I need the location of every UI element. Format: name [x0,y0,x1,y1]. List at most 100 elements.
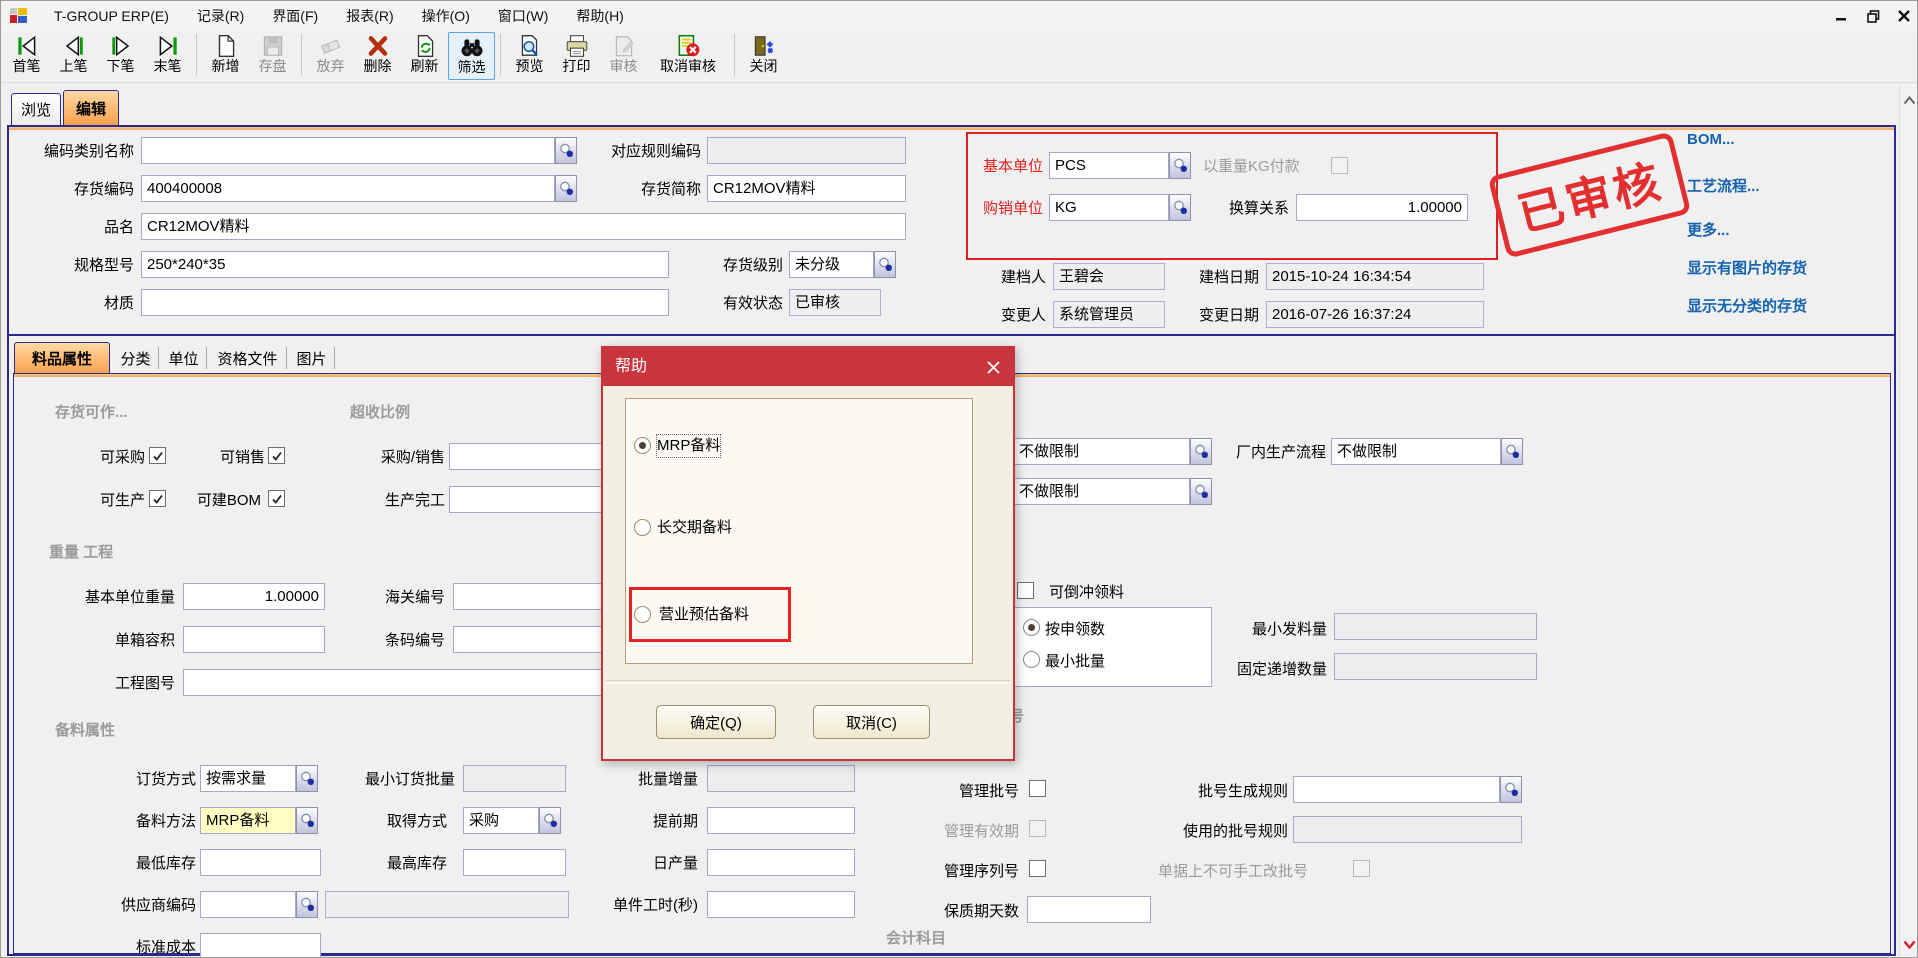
toolbar-preview-button[interactable]: 预览 [506,32,553,80]
factory-flow-field[interactable]: 不做限制 [1331,438,1501,465]
close-button[interactable] [1890,5,1918,27]
option-sales-forecast-radio[interactable] [634,606,651,623]
tab-item-attributes[interactable]: 料品属性 [14,342,110,374]
menu-item-window[interactable]: 窗口(W) [484,1,563,31]
std-cost-field[interactable] [200,933,321,958]
max-stock-field[interactable] [463,849,566,876]
toolbar-new-button[interactable]: 新增 [202,32,249,80]
prod-name-field[interactable]: CR12MOV精料 [141,213,906,240]
inv-abbr-field[interactable]: CR12MOV精料 [707,175,906,202]
prep-method-lookup-button[interactable] [296,807,318,834]
toolbar-first-button[interactable]: 首笔 [3,32,50,80]
trade-unit-lookup-button[interactable] [1169,194,1191,221]
link-show-unclassified[interactable]: 显示无分类的存货 [1687,295,1807,316]
base-weight-field[interactable]: 1.00000 [183,583,325,610]
toolbar-abandon-button[interactable]: 放弃 [307,32,354,80]
link-bom[interactable]: BOM... [1687,131,1735,148]
tab-edit[interactable]: 编辑 [63,90,119,125]
lead-time-field[interactable] [707,807,855,834]
tab-classification[interactable]: 分类 [113,347,159,369]
menu-item-help[interactable]: 帮助(H) [562,1,637,31]
producible-checkbox[interactable] [149,490,166,507]
box-volume-field[interactable] [183,626,325,653]
vertical-scrollbar[interactable] [1899,85,1918,958]
tab-images[interactable]: 图片 [289,347,335,369]
toolbar-close-button[interactable]: 关闭 [740,32,787,80]
factory-flow-lookup-button[interactable] [1501,438,1523,465]
shelf-days-field[interactable] [1027,896,1151,923]
tab-qualification-files[interactable]: 资格文件 [209,347,287,369]
restore-button[interactable] [1859,5,1887,27]
mg-batch-checkbox[interactable] [1029,780,1046,797]
daily-output-field[interactable] [707,849,855,876]
toolbar-prev-button[interactable]: 上笔 [50,32,97,80]
drawing-no-field[interactable] [183,669,661,696]
toolbar-refresh-button[interactable]: 刷新 [401,32,448,80]
tab-browse[interactable]: 浏览 [11,93,61,125]
inv-level-field[interactable]: 未分级 [789,251,874,278]
batch-rule-lookup-button[interactable] [1500,776,1522,803]
base-unit-field[interactable]: PCS [1049,152,1169,179]
option-sales-forecast-label[interactable]: 营业预估备料 [659,604,749,626]
material-field[interactable] [141,289,669,316]
acquire-mode-field[interactable]: 采购 [463,807,539,834]
tab-units[interactable]: 单位 [161,347,207,369]
acquire-mode-lookup-button[interactable] [539,807,561,834]
option-mrp-radio[interactable] [634,437,651,454]
inv-level-lookup-button[interactable] [874,251,896,278]
inv-code-lookup-button[interactable] [555,175,577,202]
minimize-button[interactable] [1827,5,1855,27]
limit2-lookup-button[interactable] [1190,478,1212,505]
conv-field[interactable]: 1.00000 [1296,194,1468,221]
toolbar-cancel-audit-button[interactable]: 取消审核 [647,32,729,80]
menu-item-interface[interactable]: 界面(F) [258,1,332,31]
toolbar-filter-button[interactable]: 筛选 [448,32,495,80]
order-mode-lookup-button[interactable] [296,765,318,792]
menu-item-operate[interactable]: 操作(O) [408,1,484,31]
dialog-title-bar[interactable]: 帮助 [603,348,1013,386]
link-more[interactable]: 更多... [1687,219,1730,240]
option-mrp-label[interactable]: MRP备料 [657,435,720,457]
issue-by-request-radio[interactable] [1023,619,1040,636]
purchasable-checkbox[interactable] [149,447,166,464]
backflush-checkbox[interactable] [1017,582,1034,599]
limit1-lookup-button[interactable] [1190,438,1212,465]
supplier-code-field[interactable] [200,891,296,918]
batch-rule-field[interactable] [1293,776,1500,803]
min-stock-field[interactable] [200,849,321,876]
trade-unit-field[interactable]: KG [1049,194,1169,221]
toolbar-print-button[interactable]: 打印 [553,32,600,80]
link-process-flow[interactable]: 工艺流程... [1687,175,1760,196]
menu-item-app[interactable]: T-GROUP ERP(E) [40,1,183,31]
toolbar-next-button[interactable]: 下笔 [97,32,144,80]
dialog-ok-button[interactable]: 确定(Q) [656,705,776,739]
spec-field[interactable]: 250*240*35 [141,251,669,278]
code-cat-field[interactable] [141,137,555,164]
option-long-lead-radio[interactable] [634,519,651,536]
dialog-cancel-button[interactable]: 取消(C) [813,705,930,739]
toolbar-audit-button[interactable]: 审核 [600,32,647,80]
sellable-checkbox[interactable] [268,447,285,464]
mg-serial-checkbox[interactable] [1029,860,1046,877]
limit1-field[interactable]: 不做限制 [1013,438,1190,465]
toolbar-delete-button[interactable]: 删除 [354,32,401,80]
inv-code-field[interactable]: 400400008 [141,175,555,202]
option-long-lead-label[interactable]: 长交期备料 [657,517,732,539]
supplier-code-lookup-button[interactable] [296,891,318,918]
menu-item-record[interactable]: 记录(R) [183,1,258,31]
scroll-down-icon[interactable] [1900,935,1918,953]
toolbar-save-button[interactable]: 存盘 [249,32,296,80]
limit2-field[interactable]: 不做限制 [1013,478,1190,505]
prep-method-field[interactable]: MRP备料 [200,807,296,834]
issue-min-batch-radio[interactable] [1023,651,1040,668]
scroll-up-icon[interactable] [1900,91,1918,109]
base-unit-lookup-button[interactable] [1169,152,1191,179]
dialog-close-icon[interactable] [983,357,1003,377]
order-mode-field[interactable]: 按需求量 [200,765,296,792]
toolbar-last-button[interactable]: 末笔 [144,32,191,80]
unit-hours-field[interactable] [707,891,855,918]
link-show-with-image[interactable]: 显示有图片的存货 [1687,257,1807,278]
code-cat-lookup-button[interactable] [555,137,577,164]
menu-item-report[interactable]: 报表(R) [332,1,407,31]
can-bom-checkbox[interactable] [268,490,285,507]
